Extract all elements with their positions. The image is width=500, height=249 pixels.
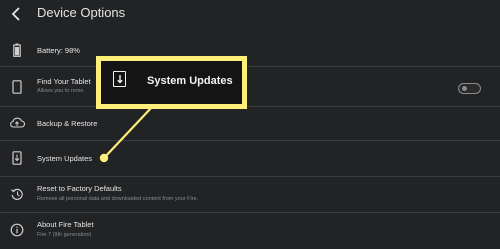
callout-pointer-dot <box>99 153 109 163</box>
callout-text: System Updates <box>147 75 233 87</box>
callout-panel: System Updates <box>101 61 242 104</box>
highlight-callout: System Updates <box>96 56 247 109</box>
system-update-icon <box>113 71 126 87</box>
callout-leader-line <box>99 106 153 163</box>
